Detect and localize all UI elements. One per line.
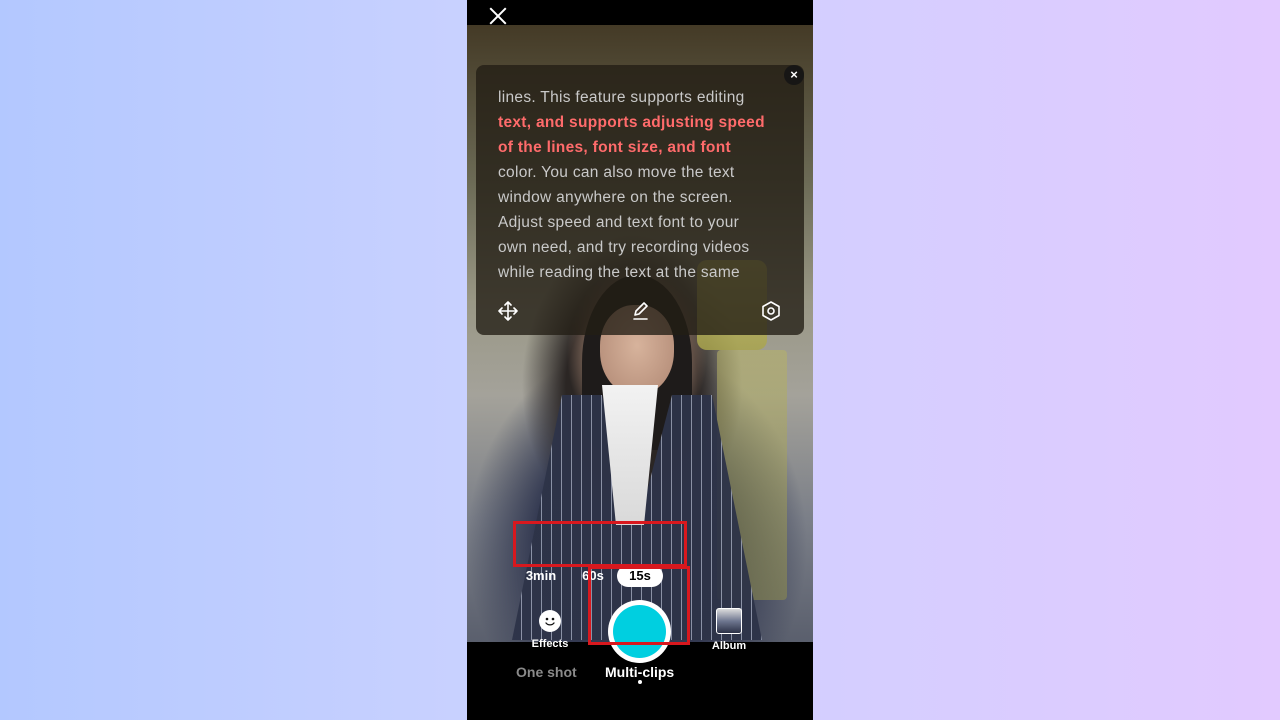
album-thumbnail — [716, 608, 742, 634]
teleprompter-close-button[interactable]: × — [784, 65, 804, 85]
prompter-line: Adjust speed and text font to your — [498, 214, 740, 231]
annotation-box-record — [588, 566, 690, 645]
prompter-line: window anywhere on the screen. — [498, 189, 733, 206]
annotation-box-durations — [513, 521, 687, 567]
mode-tabs: One shot Multi-clips — [467, 650, 813, 690]
teleprompter-toolbar — [476, 297, 804, 325]
move-icon[interactable] — [494, 297, 522, 325]
duration-option-3min[interactable]: 3min — [517, 565, 565, 587]
tab-multi-clips[interactable]: Multi-clips — [605, 664, 674, 680]
edit-icon[interactable] — [626, 297, 654, 325]
close-icon[interactable] — [487, 5, 509, 27]
prompter-line-highlight: of the lines, font size, and font — [498, 139, 731, 156]
tab-one-shot[interactable]: One shot — [516, 664, 577, 680]
prompter-line: own need, and try recording videos — [498, 239, 750, 256]
smiley-icon — [539, 610, 561, 632]
effects-label: Effects — [531, 638, 569, 650]
prompter-line: color. You can also move the text — [498, 164, 735, 181]
teleprompter-window[interactable]: × lines. This feature supports editing t… — [476, 65, 804, 335]
prompter-line: lines. This feature supports editing — [498, 89, 745, 106]
teleprompter-text: lines. This feature supports editing tex… — [498, 85, 788, 283]
prompter-line-highlight: text, and supports adjusting speed — [498, 114, 765, 131]
prompter-line: while reading the text at the same — [498, 264, 740, 281]
active-tab-indicator — [638, 680, 642, 684]
settings-icon[interactable] — [757, 297, 785, 325]
phone-screen: × lines. This feature supports editing t… — [467, 0, 813, 720]
